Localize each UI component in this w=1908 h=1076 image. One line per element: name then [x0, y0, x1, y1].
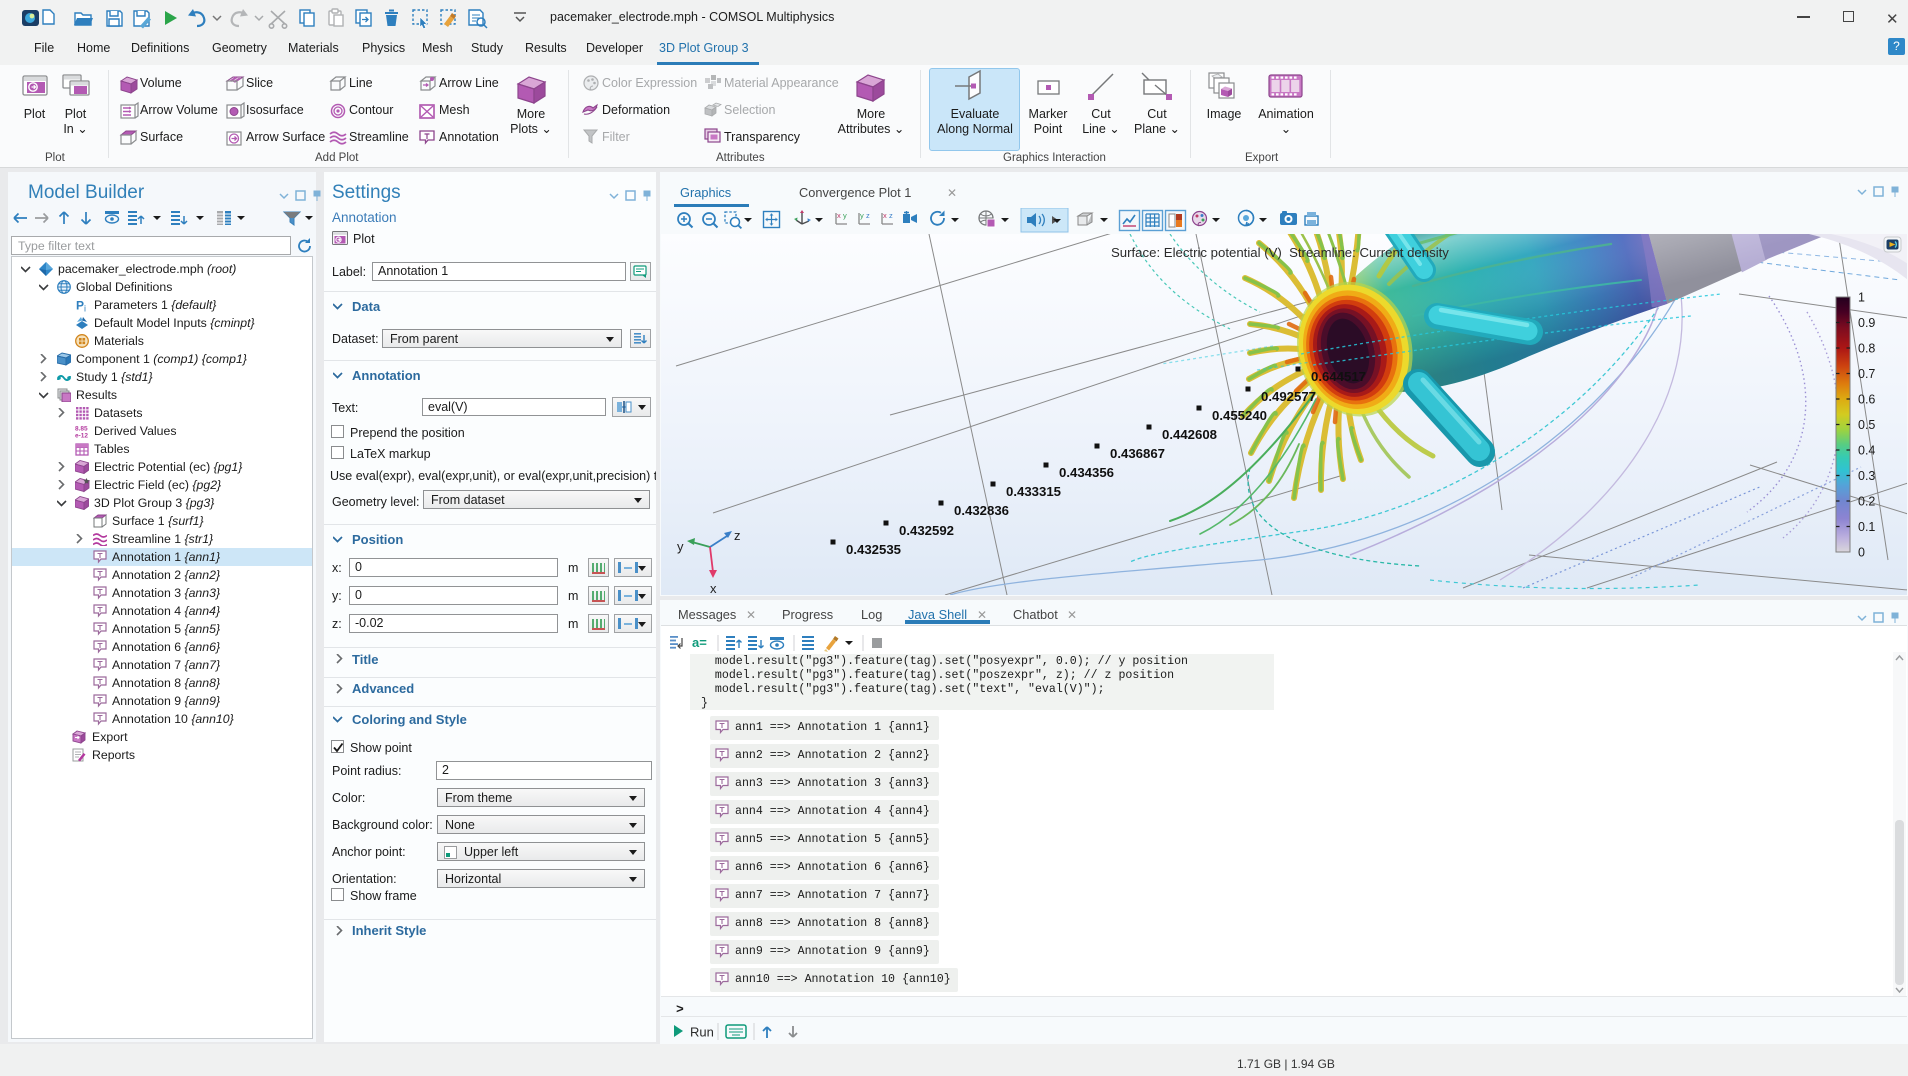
svg-text:x: x: [883, 211, 887, 220]
svg-text:0.434356: 0.434356: [1059, 465, 1114, 480]
svg-text:0.7: 0.7: [1858, 367, 1875, 381]
svg-text:0.6: 0.6: [1858, 393, 1875, 407]
svg-text:0.442608: 0.442608: [1162, 427, 1217, 442]
svg-text:Surface: Electric potential (V: Surface: Electric potential (V) Streamli…: [1111, 245, 1449, 260]
svg-text:0.8: 0.8: [1858, 342, 1875, 356]
svg-text:1: 1: [1858, 291, 1865, 305]
svg-text:z: z: [734, 528, 741, 543]
svg-text:0.644517: 0.644517: [1311, 369, 1366, 384]
svg-text:y: y: [860, 211, 864, 220]
svg-text:0.455240: 0.455240: [1212, 408, 1267, 423]
svg-text:0.432836: 0.432836: [954, 503, 1009, 518]
svg-text:0.3: 0.3: [1858, 469, 1875, 483]
svg-text:z: z: [866, 211, 870, 220]
svg-text:0.432535: 0.432535: [846, 542, 901, 557]
svg-text:z: z: [889, 211, 893, 220]
svg-text:x: x: [710, 581, 717, 595]
svg-text:x: x: [837, 211, 841, 220]
svg-text:0.9: 0.9: [1858, 316, 1875, 330]
svg-text:0: 0: [1858, 546, 1865, 560]
svg-text:0.433315: 0.433315: [1006, 484, 1061, 499]
svg-text:y: y: [677, 539, 684, 554]
svg-text:Run: Run: [690, 1025, 714, 1040]
svg-text:0.2: 0.2: [1858, 495, 1875, 509]
svg-text:0.4: 0.4: [1858, 444, 1875, 458]
svg-text:0.1: 0.1: [1858, 520, 1875, 534]
svg-text:a=: a=: [692, 635, 707, 650]
svg-text:0.432592: 0.432592: [899, 523, 954, 538]
svg-text:y: y: [843, 211, 847, 220]
svg-text:0.492577: 0.492577: [1261, 389, 1316, 404]
svg-text:0.5: 0.5: [1858, 418, 1875, 432]
svg-text:0.436867: 0.436867: [1110, 446, 1165, 461]
